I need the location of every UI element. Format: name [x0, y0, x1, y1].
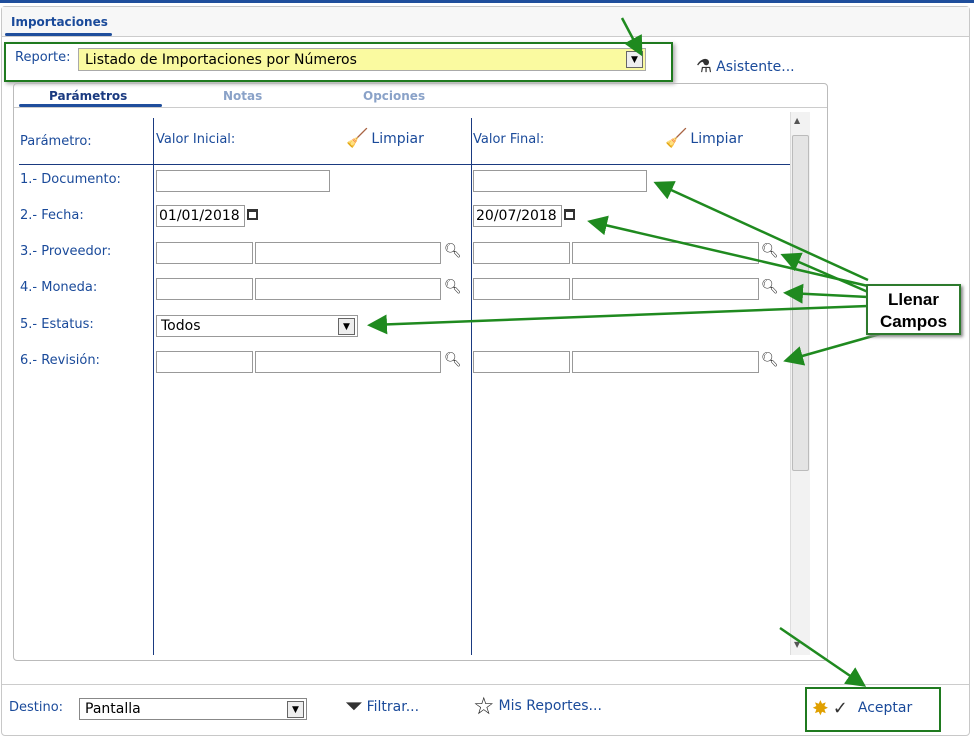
asistente-label: Asistente... [716, 58, 795, 75]
mis-reportes-label: Mis Reportes... [498, 698, 602, 714]
tab-opciones[interactable]: Opciones [363, 89, 425, 103]
search-icon[interactable]: 🔍︎ [761, 279, 779, 295]
asistente-button[interactable]: ⚗ Asistente... [696, 56, 795, 77]
calendar-icon[interactable] [247, 209, 258, 220]
limpiar-final-button[interactable]: 🧹 Limpiar [665, 128, 743, 149]
broom-icon: 🧹 [665, 128, 688, 149]
scroll-down-icon[interactable]: ▼ [794, 640, 800, 649]
header-divider [19, 164, 790, 165]
destino-value: Pantalla [85, 701, 141, 717]
moneda-inicial-name[interactable] [255, 278, 441, 300]
search-icon[interactable]: 🔍︎ [761, 352, 779, 368]
limpiar-inicial-button[interactable]: 🧹 Limpiar [346, 128, 424, 149]
destino-select[interactable]: Pantalla ▼ [79, 698, 307, 720]
star-icon: ☆ [473, 692, 495, 720]
search-icon[interactable]: 🔍︎ [444, 243, 462, 259]
estatus-select[interactable]: Todos ▼ [156, 315, 358, 337]
filter-icon: ⏷ [345, 694, 363, 719]
destino-label: Destino: [9, 700, 64, 715]
aceptar-label: Aceptar [857, 700, 913, 716]
chevron-down-icon[interactable]: ▼ [287, 701, 304, 718]
header-valor-inicial: Valor Inicial: [156, 132, 236, 147]
cursor-click-icon: ✸ [812, 696, 829, 720]
param-revision: 6.- Revisión: [20, 353, 100, 368]
documento-final-input[interactable] [473, 170, 647, 192]
tab-importaciones[interactable]: Importaciones [11, 15, 108, 29]
search-icon[interactable]: 🔍︎ [444, 352, 462, 368]
param-estatus: 5.- Estatus: [20, 317, 94, 332]
column-divider [471, 118, 472, 655]
tab-notas[interactable]: Notas [223, 89, 262, 103]
reporte-label: Reporte: [15, 50, 71, 65]
divider [14, 107, 827, 108]
limpiar-label: Limpiar [371, 130, 424, 147]
param-documento: 1.- Documento: [20, 172, 121, 187]
top-border [0, 0, 974, 3]
llenar-campos-callout: Llenar Campos [866, 284, 961, 335]
check-icon: ✓ [832, 697, 848, 719]
callout-line2: Campos [879, 312, 948, 331]
limpiar-label: Limpiar [690, 130, 743, 147]
param-proveedor: 3.- Proveedor: [20, 244, 112, 259]
documento-inicial-input[interactable] [156, 170, 330, 192]
param-moneda: 4.- Moneda: [20, 280, 98, 295]
tab-underline [5, 33, 112, 36]
proveedor-final-code[interactable] [473, 242, 570, 264]
aceptar-button[interactable]: ✸ ✓ Aceptar [812, 696, 912, 720]
fecha-inicial-input[interactable]: 01/01/2018 [156, 205, 245, 227]
broom-icon: 🧹 [346, 128, 369, 149]
estatus-value: Todos [161, 318, 201, 334]
callout-line1: Llenar [887, 290, 940, 309]
moneda-final-name[interactable] [572, 278, 759, 300]
scroll-up-icon[interactable]: ▲ [794, 116, 800, 125]
chevron-down-icon[interactable]: ▼ [626, 51, 643, 68]
tab-parametros[interactable]: Parámetros [49, 89, 127, 103]
fecha-final-input[interactable]: 20/07/2018 [473, 205, 562, 227]
column-divider [153, 118, 154, 655]
proveedor-final-name[interactable] [572, 242, 759, 264]
footer-divider [2, 684, 969, 685]
scrollbar-thumb[interactable] [792, 135, 809, 471]
moneda-inicial-code[interactable] [156, 278, 253, 300]
revision-inicial-name[interactable] [255, 351, 441, 373]
proveedor-inicial-code[interactable] [156, 242, 253, 264]
wizard-icon: ⚗ [696, 56, 713, 77]
chevron-down-icon[interactable]: ▼ [338, 318, 355, 335]
filtrar-label: Filtrar... [366, 698, 420, 715]
proveedor-inicial-name[interactable] [255, 242, 441, 264]
search-icon[interactable]: 🔍︎ [444, 279, 462, 295]
revision-final-code[interactable] [473, 351, 570, 373]
mis-reportes-button[interactable]: ☆ Mis Reportes... [473, 692, 602, 720]
revision-inicial-code[interactable] [156, 351, 253, 373]
filtrar-button[interactable]: ⏷ Filtrar... [345, 694, 419, 719]
reporte-value: Listado de Importaciones por Números [85, 52, 357, 68]
tab-bar [2, 7, 969, 37]
header-valor-final: Valor Final: [473, 132, 545, 147]
moneda-final-code[interactable] [473, 278, 570, 300]
header-parametro: Parámetro: [20, 134, 92, 149]
reporte-select[interactable]: Listado de Importaciones por Números ▼ [78, 48, 646, 71]
param-fecha: 2.- Fecha: [20, 208, 84, 223]
search-icon[interactable]: 🔍︎ [761, 243, 779, 259]
calendar-icon[interactable] [564, 209, 575, 220]
revision-final-name[interactable] [572, 351, 759, 373]
